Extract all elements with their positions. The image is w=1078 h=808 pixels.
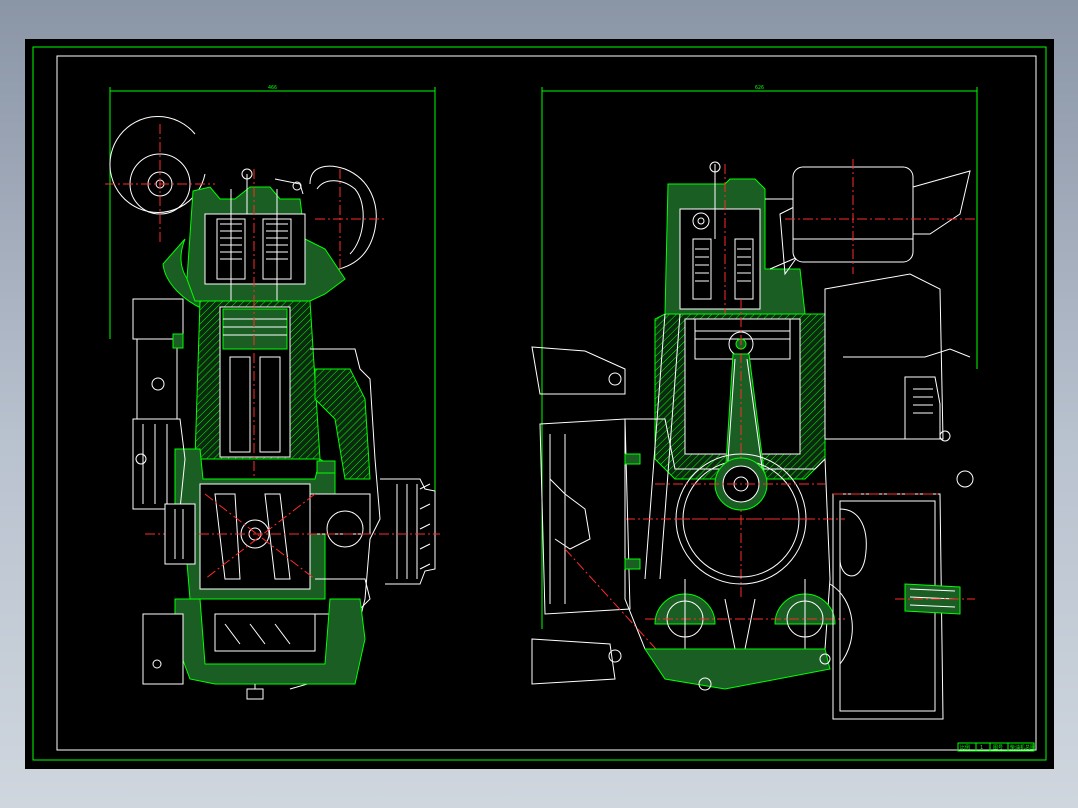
right-left-brackets (531, 346, 666, 685)
left-section-view: 466 (105, 85, 440, 700)
title-block: 比例 1 图号 柴油机总图 (957, 742, 1035, 752)
cad-viewport[interactable]: 466 626 比例 1 图号 柴油机总图 (25, 39, 1054, 769)
right-cylinder-head (664, 161, 811, 339)
cylinder-block (194, 299, 321, 509)
right-dimension-label: 626 (755, 85, 764, 91)
title-block-cell-drawing-no: 图号 (993, 745, 1003, 751)
title-block-cell-ratio: 1 (980, 745, 983, 751)
right-cylinder-block (644, 299, 826, 599)
left-dimension-label: 466 (268, 85, 277, 91)
piston (222, 308, 288, 350)
engine-assembly-drawing: 466 626 比例 1 图号 柴油机总图 (32, 46, 1047, 761)
oil-sump (142, 598, 366, 700)
right-section-view: 626 (531, 85, 978, 720)
title-block-cell-scale: 比例 (960, 744, 970, 751)
fuel-tank (832, 493, 975, 720)
title-block-cell-name: 柴油机总图 (1010, 744, 1035, 751)
